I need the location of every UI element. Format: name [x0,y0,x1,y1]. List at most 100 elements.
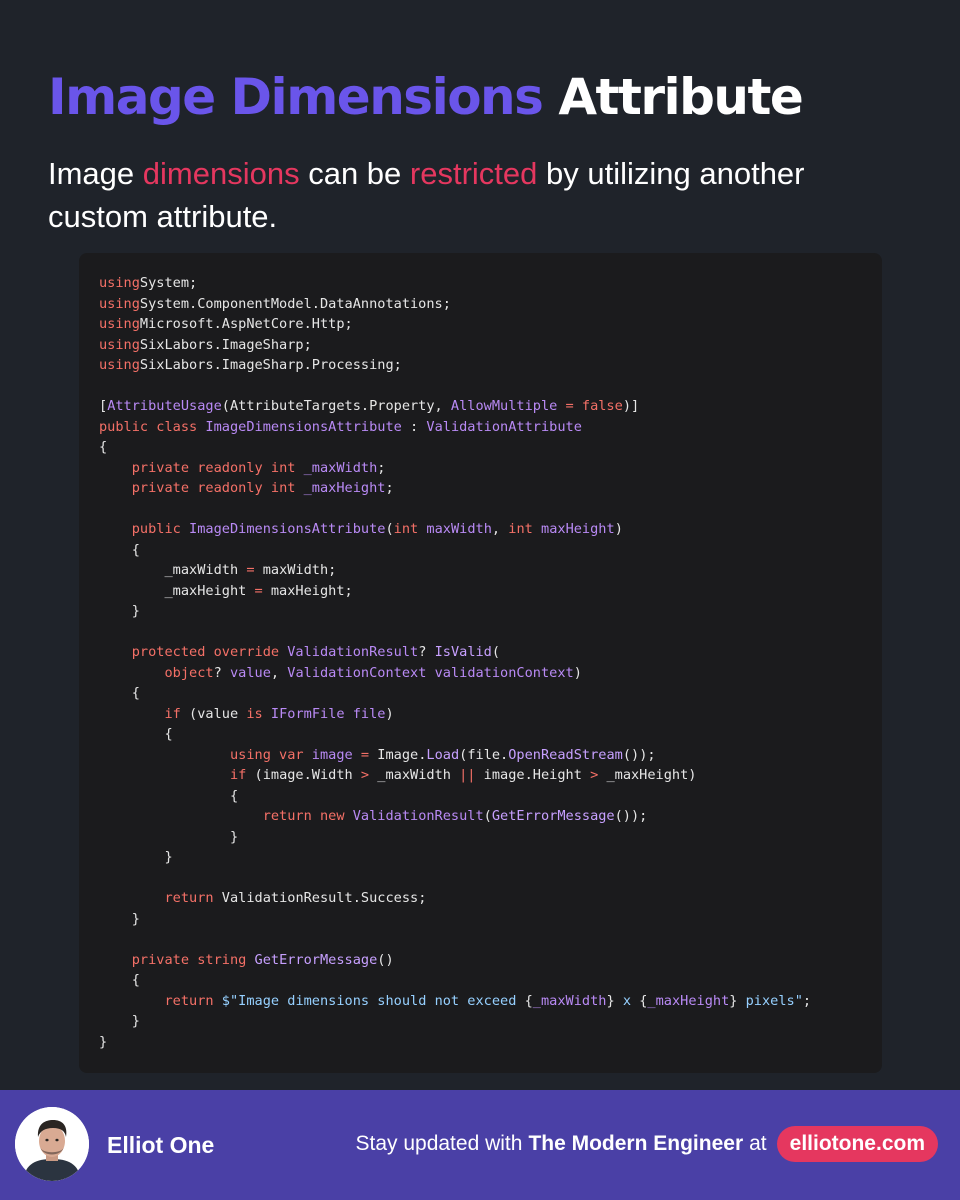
code-token: value [229,664,271,681]
code-token: ; [393,357,402,373]
code-token: SixLabors.ImageSharp [139,336,304,353]
code-token: SixLabors.ImageSharp.Processing [139,357,394,373]
code-token: ; [303,336,312,353]
code-token: GetErrorMessage [254,951,378,968]
code-token: ? [213,664,230,681]
code-token: ; [189,275,198,291]
code-token: } [606,992,615,1009]
code-token: ValidationResult [287,644,419,660]
code-line: { [99,540,811,561]
cta-prefix: Stay updated with [355,1132,523,1155]
code-token: ) [573,664,582,681]
code-token: (AttributeTargets.Property, [221,398,451,414]
code-line: protected override ValidationResult? IsV… [99,642,811,663]
code-token: ; [344,316,353,332]
code-token: { [99,972,140,988]
code-token: image.Height [475,767,591,783]
person-avatar-icon [15,1107,89,1181]
title-accent: Image Dimensions [48,68,544,126]
cta-brand: The Modern Engineer [528,1132,744,1155]
code-line: usingSystem; [99,273,811,294]
code-token: = [352,746,370,763]
code-token: , [270,664,288,681]
subtitle-text: Image [48,156,143,191]
cta-suffix: at [749,1132,767,1155]
code-token: _maxHeight [99,582,255,599]
code-token: return [164,992,222,1009]
code-token: { [99,439,108,455]
code-token: using [99,336,140,353]
code-token: IFormFile file [270,705,386,722]
code-token: } [99,1033,108,1050]
code-line: usingMicrosoft.AspNetCore.Http; [99,314,811,335]
code-line: { [99,724,811,745]
code-line: } [99,601,811,622]
code-token: Microsoft.AspNetCore.Http [139,316,345,332]
code-line: } [99,847,811,868]
code-block: usingSystem; usingSystem.ComponentModel.D… [79,253,882,1073]
code-token: using [99,357,140,373]
code-token: using [99,295,140,312]
code-line: return new ValidationResult(GetErrorMess… [99,806,811,827]
code-token: public [131,521,190,537]
code-token: > [360,767,370,783]
code-token: , [491,521,509,537]
code-line: } [99,1032,811,1053]
code-line: if (value is IFormFile file) [99,704,811,725]
code-token: pixels" [737,992,803,1009]
code-token: ()); [614,808,648,824]
code-token: ValidationResult.Success; [221,890,427,906]
code-token: using [99,275,140,291]
code-line: private readonly int _maxWidth; [99,458,811,479]
code-token: private readonly int [131,480,304,496]
code-token: public class [99,418,206,435]
code-line: _maxHeight = maxHeight; [99,581,811,602]
code-token: _maxHeight [647,992,730,1009]
code-token: { [99,726,173,742]
code-token: Load [426,746,460,763]
code-token: maxHeight; [262,582,353,599]
code-token: { [99,787,239,804]
code-line: } [99,909,811,930]
code-token: _maxWidth [99,562,247,578]
code-token: int [393,521,427,537]
code-token: ValidationResult [352,808,484,824]
subtitle-text: can be [299,156,410,191]
code-line: using var image = Image.Load(file.OpenRe… [99,745,811,766]
title-rest: Attribute [558,68,804,126]
code-token: is [246,705,271,722]
code-token: GetErrorMessage [491,808,615,824]
code-token: _maxWidth [303,459,378,476]
code-token: IsValid [434,644,492,660]
code-token: return new [262,808,353,824]
code-token: ()); [622,746,656,763]
code-line: return $"Image dimensions should not exc… [99,991,811,1012]
code-token: _maxHeight) [598,767,697,783]
code-token: image [311,746,353,763]
code-line: [AttributeUsage(AttributeTargets.Propert… [99,396,811,417]
code-token: using var [229,746,312,763]
code-token: } [99,849,173,865]
code-token: using [99,316,140,332]
code-token: _maxWidth [369,767,460,783]
code-line: usingSystem.ComponentModel.DataAnnotatio… [99,294,811,315]
website-link[interactable]: elliotone.com [776,1126,938,1162]
code-line: private string GetErrorMessage() [99,950,811,971]
avatar [15,1107,89,1181]
subtitle-highlight: dimensions [142,156,300,191]
code-line: { [99,683,811,704]
code-token: ValidationContext validationContext [287,664,574,681]
code-token: ; [802,992,812,1009]
code-line: } [99,1011,811,1032]
footer: Elliot One Stay updated with The Modern … [0,1090,960,1200]
